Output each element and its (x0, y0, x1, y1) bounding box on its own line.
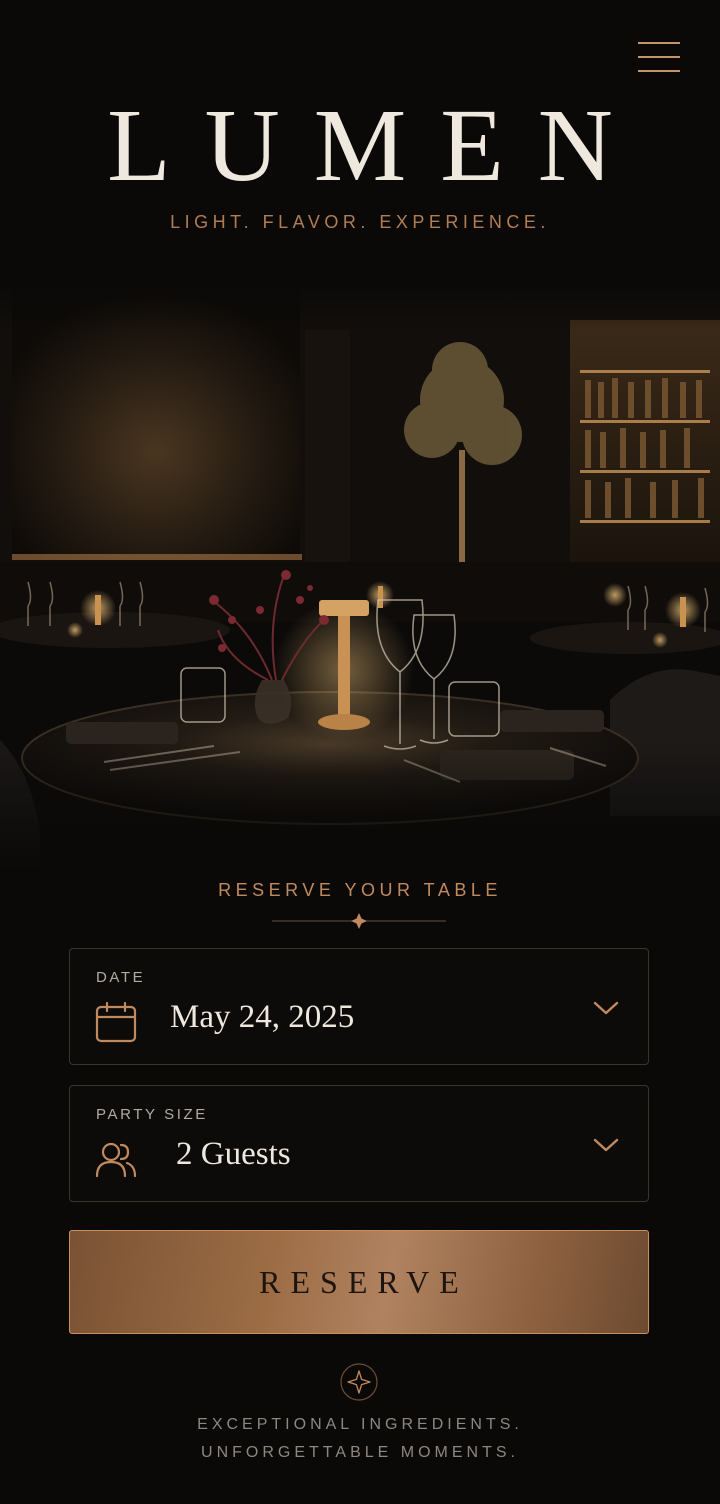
sparkle-icon (340, 1363, 378, 1401)
party-size-label: PARTY SIZE (96, 1106, 208, 1123)
footer-line-2: UNFORGETTABLE MOMENTS. (201, 1444, 519, 1461)
date-select[interactable]: DATE May 24, 2025 (69, 948, 649, 1065)
date-value: May 24, 2025 (170, 999, 355, 1035)
footer-line-1: EXCEPTIONAL INGREDIENTS. (197, 1416, 523, 1433)
chevron-down-icon (593, 1001, 619, 1015)
reserve-button-label: RESERVE (259, 1263, 469, 1300)
people-icon (95, 1142, 137, 1178)
date-label: DATE (96, 969, 146, 986)
restaurant-interior-image (0, 270, 720, 870)
brand-logo: LUMEN (107, 88, 647, 203)
party-size-value: 2 Guests (176, 1136, 291, 1172)
tagline: LIGHT. FLAVOR. EXPERIENCE. (170, 212, 550, 232)
divider-star-icon (272, 913, 446, 929)
chevron-down-icon (593, 1138, 619, 1152)
reserve-heading: RESERVE YOUR TABLE (218, 880, 502, 900)
calendar-icon (95, 1001, 137, 1043)
party-size-select[interactable]: PARTY SIZE 2 Guests (69, 1085, 649, 1202)
reserve-button[interactable]: RESERVE (69, 1230, 649, 1334)
hamburger-menu-icon[interactable] (638, 40, 680, 74)
